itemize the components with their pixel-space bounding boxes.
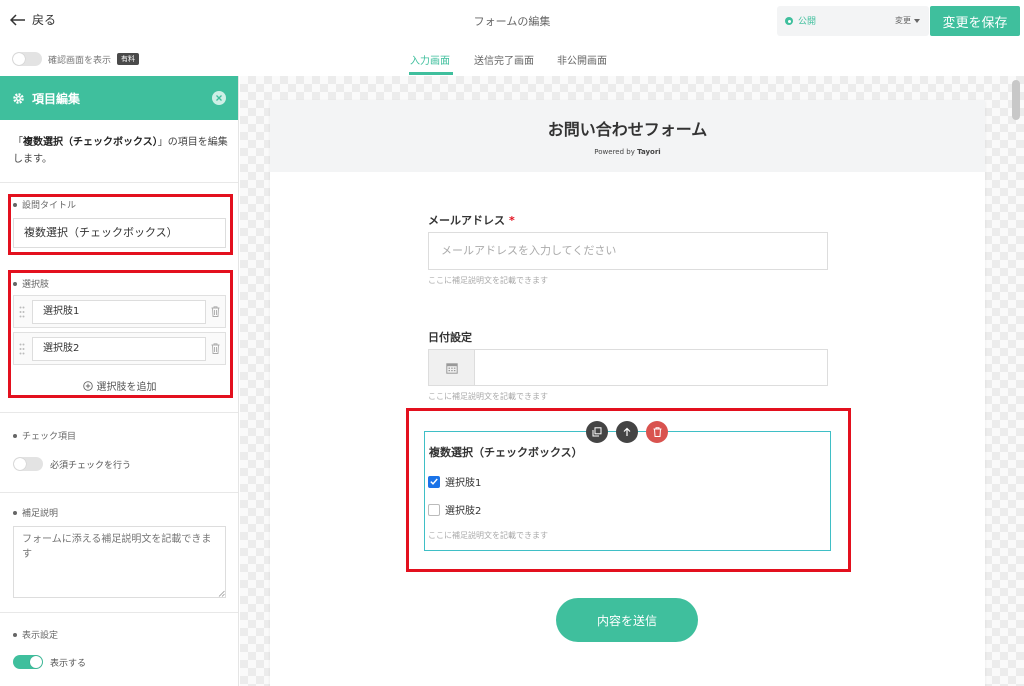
choices-label: 選択肢 xyxy=(13,277,49,290)
status-change-label: 変更 xyxy=(895,16,911,25)
checkbox-option[interactable]: 選択肢2 xyxy=(428,502,481,517)
choice-input[interactable]: 選択肢2 xyxy=(32,337,206,361)
canvas-scrollbar[interactable] xyxy=(1012,80,1020,120)
email-help-text: ここに補足説明文を記載できます xyxy=(428,276,548,285)
required-check-toggle[interactable] xyxy=(13,457,43,471)
checkbox-option[interactable]: 選択肢1 xyxy=(428,474,481,489)
submit-button[interactable]: 内容を送信 xyxy=(556,598,698,642)
display-toggle-label: 表示する xyxy=(50,658,87,669)
choice-input[interactable]: 選択肢1 xyxy=(32,300,206,324)
checkbox-unchecked[interactable] xyxy=(428,503,440,516)
choice-row: 選択肢1 xyxy=(13,295,226,328)
checkbox-field-title: 複数選択（チェックボックス） xyxy=(429,446,583,459)
trash-icon[interactable] xyxy=(211,306,220,317)
screen-tabs: 入力画面 送信完了画面 非公開画面 xyxy=(0,52,1024,76)
sidebar-description: 「複数選択（チェックボックス）」の項目を編集します。 xyxy=(13,137,228,165)
status-dot-icon xyxy=(785,17,793,25)
drag-handle-icon[interactable] xyxy=(19,343,25,355)
tab-complete-screen[interactable]: 送信完了画面 xyxy=(474,52,534,67)
back-label: 戻る xyxy=(32,13,57,27)
note-label: 補足説明 xyxy=(13,506,58,519)
question-title-input[interactable]: 複数選択（チェックボックス） xyxy=(13,218,226,248)
sidebar-title: 項目編集 xyxy=(32,91,81,106)
date-input[interactable] xyxy=(474,349,828,386)
status-label: 公開 xyxy=(798,17,817,27)
display-setting-label: 表示設定 xyxy=(13,628,58,641)
gear-icon xyxy=(12,92,25,105)
required-check-label: 必須チェックを行う xyxy=(50,460,132,471)
divider xyxy=(0,612,238,613)
status-change-dropdown[interactable]: 変更 xyxy=(895,15,920,26)
checkbox-option-label: 選択肢2 xyxy=(445,506,482,517)
sidebar-header: 項目編集 xyxy=(0,76,238,120)
powered-by: Powered by Tayori xyxy=(594,148,661,156)
date-help-text: ここに補足説明文を記載できます xyxy=(428,392,548,401)
arrow-up-icon xyxy=(622,427,632,437)
form-header: お問い合わせフォーム Powered by Tayori xyxy=(270,100,985,172)
move-up-button[interactable] xyxy=(616,421,638,443)
drag-handle-icon[interactable] xyxy=(19,306,25,318)
publish-status: 公開 変更 xyxy=(777,6,929,36)
add-choice-button[interactable]: 選択肢を追加 xyxy=(0,378,239,393)
save-button[interactable]: 変更を保存 xyxy=(930,6,1020,36)
tab-private-screen[interactable]: 非公開画面 xyxy=(557,52,607,67)
checkbox-help-text: ここに補足説明文を記載できます xyxy=(428,531,548,540)
checkbox-option-label: 選択肢1 xyxy=(445,478,482,489)
choice-row: 選択肢2 xyxy=(13,332,226,365)
resize-grip-icon[interactable] xyxy=(218,590,225,597)
plus-circle-icon xyxy=(82,380,93,391)
required-mark: * xyxy=(509,214,515,227)
date-label: 日付設定 xyxy=(428,331,472,344)
display-row: 表示する xyxy=(13,655,86,669)
copy-icon xyxy=(592,427,602,437)
item-edit-sidebar: 項目編集 「複数選択（チェックボックス）」の項目を編集します。 設問タイトル 複… xyxy=(0,76,239,686)
back-button[interactable]: 戻る xyxy=(10,11,56,28)
arrow-left-icon xyxy=(10,13,26,26)
calendar-icon xyxy=(445,362,458,374)
email-input[interactable]: メールアドレスを入力してください xyxy=(428,232,828,270)
trash-icon[interactable] xyxy=(211,343,220,354)
copy-button[interactable] xyxy=(586,421,608,443)
delete-button[interactable] xyxy=(646,421,668,443)
required-check-row: 必須チェックを行う xyxy=(13,457,131,471)
divider xyxy=(0,412,238,413)
divider xyxy=(0,182,238,183)
note-textarea[interactable] xyxy=(13,526,226,598)
email-label: メールアドレス * xyxy=(428,214,515,227)
question-title-label: 設問タイトル xyxy=(13,198,76,211)
check-item-label: チェック項目 xyxy=(13,429,76,442)
calendar-button[interactable] xyxy=(428,349,474,386)
form-title: お問い合わせフォーム xyxy=(547,120,708,139)
tab-input-screen[interactable]: 入力画面 xyxy=(410,52,450,67)
display-toggle[interactable] xyxy=(13,655,43,669)
trash-icon xyxy=(653,427,662,437)
caret-down-icon xyxy=(914,18,920,23)
divider xyxy=(0,492,238,493)
checkbox-checked[interactable] xyxy=(428,475,440,488)
active-tab-indicator xyxy=(409,72,453,75)
top-bar: 戻る フォームの編集 公開 変更 変更を保存 確認画面を表示 有料 入力画面 送… xyxy=(0,0,1024,76)
close-icon[interactable] xyxy=(212,91,226,105)
